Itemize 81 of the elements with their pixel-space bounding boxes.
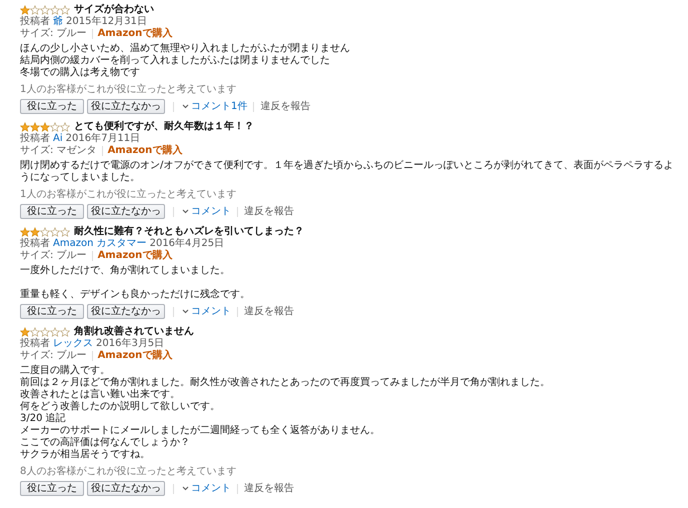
review-text: 結局内側の緩カバーを削って入れましたがふたは閉まりませんでした: [20, 55, 331, 66]
helpful-count: 1人のお客様がこれが役に立ったと考えています: [20, 189, 238, 201]
chevron-icon: [182, 209, 189, 214]
byline-label: 投稿者: [20, 133, 50, 145]
byline-label: 投稿者: [20, 338, 50, 350]
review-text: 一度外しただけで、角が割れてしまいました。: [20, 265, 231, 277]
helpful-button[interactable]: 役に立った: [20, 204, 84, 219]
review-text: 何をどう改善したのか説明して欲しいです。: [20, 401, 221, 412]
review-date: 2016年7月11日: [66, 133, 140, 145]
star-icon: [50, 5, 60, 15]
review-text: 3/20 追記: [20, 413, 67, 425]
verified-label: Amazonで購入: [98, 250, 172, 262]
author-link[interactable]: レックス: [53, 338, 93, 350]
star-icon: [20, 5, 30, 15]
review-title: 角割れ改善されていません: [74, 326, 194, 338]
star-icon: [60, 122, 70, 132]
review-text: 二度目の購入です。: [20, 365, 111, 377]
chevron-icon: [182, 486, 189, 491]
review-text: 改善されたとは言い難い出来です。: [20, 389, 181, 400]
review-text: 冬場での購入は考え物です: [20, 67, 141, 79]
helpful-count: 8人のお客様がこれが役に立ったと考えています: [20, 466, 238, 478]
review-title: 耐久性に難有？それともハズレを引いてしまった？: [74, 226, 304, 238]
review-text: メーカーのサポートにメールしましたが二週間経っても全く返答がありません。: [20, 425, 381, 436]
star-icon: [40, 122, 50, 132]
report-link[interactable]: 違反を報告: [244, 306, 294, 318]
helpful-button[interactable]: 役に立った: [20, 99, 84, 114]
star-icon: [40, 327, 50, 337]
review-text: ほんの少し小さいため、温めて無理やり入れましたがふたが閉まりません: [20, 43, 351, 54]
star-icon: [50, 122, 60, 132]
star-icon: [20, 327, 30, 337]
star-icon: [30, 327, 40, 337]
byline-label: 投稿者: [20, 238, 50, 250]
review-date: 2016年4月25日: [150, 238, 224, 250]
chevron-icon: [182, 309, 189, 314]
chevron-icon: [182, 104, 189, 109]
star-icon: [30, 5, 40, 15]
review-date: 2015年12月31日: [66, 16, 147, 28]
variant-label: サイズ: ブルー: [20, 350, 87, 362]
variant-label: サイズ: マゼンタ: [20, 145, 97, 157]
verified-label: Amazonで購入: [108, 145, 182, 157]
byline-label: 投稿者: [20, 16, 50, 28]
review-title: サイズが合わない: [74, 4, 154, 16]
variant-label: サイズ: ブルー: [20, 250, 87, 262]
not-helpful-button[interactable]: 役に立たなかっ: [87, 204, 165, 219]
star-icon: [50, 227, 60, 237]
variant-label: サイズ: ブルー: [20, 28, 87, 40]
review-text: サクラが相当居そうですね。: [20, 449, 151, 461]
helpful-button[interactable]: 役に立った: [20, 304, 84, 319]
comment-link[interactable]: コメント: [191, 206, 231, 218]
not-helpful-button[interactable]: 役に立たなかっ: [87, 481, 165, 496]
review-title: とても便利ですが、耐久年数は１年！？: [74, 121, 254, 133]
report-link[interactable]: 違反を報告: [244, 206, 294, 218]
comment-link[interactable]: コメント: [191, 482, 231, 494]
star-icon: [60, 5, 70, 15]
not-helpful-button[interactable]: 役に立たなかっ: [87, 99, 165, 114]
star-icon: [30, 122, 40, 132]
review-text: 重量も軽く、デザインも良かっただけに残念です。: [20, 289, 251, 301]
star-icon: [50, 327, 60, 337]
star-icon: [60, 327, 70, 337]
review-text: 閉け閉めするだけで電源のオン/オフができて便利です。１年を過ぎた頃からふちのビニールっぽいところが剥がれてきて、表面がペラペラするようになってしまいました。: [20, 160, 674, 184]
not-helpful-button[interactable]: 役に立たなかっ: [87, 304, 165, 319]
helpful-button[interactable]: 役に立った: [20, 481, 84, 496]
review-text: 前回は２ヶ月ほどで角が割れました。耐久性が改善されたとあったので再度買ってみましたが半月で角が割れました。: [20, 377, 551, 388]
star-icon: [60, 227, 70, 237]
star-icon: [40, 5, 50, 15]
comment-link[interactable]: コメント: [191, 306, 231, 318]
author-link[interactable]: Ai: [53, 133, 63, 145]
star-icon: [20, 122, 30, 132]
star-icon: [30, 227, 40, 237]
verified-label: Amazonで購入: [98, 350, 172, 362]
verified-label: Amazonで購入: [98, 28, 172, 40]
author-link[interactable]: 爺: [53, 16, 63, 28]
report-link[interactable]: 違反を報告: [244, 482, 294, 494]
star-icon: [20, 227, 30, 237]
author-link[interactable]: Amazon カスタマー: [53, 238, 147, 250]
review-date: 2016年3月5日: [96, 338, 164, 350]
review-text: ここでの高評価は何なんでしょうか？: [20, 437, 191, 448]
comment-link[interactable]: コメント1件: [191, 100, 248, 112]
report-link[interactable]: 違反を報告: [260, 100, 310, 112]
helpful-count: 1人のお客様がこれが役に立ったと考えています: [20, 84, 238, 96]
star-icon: [40, 227, 50, 237]
